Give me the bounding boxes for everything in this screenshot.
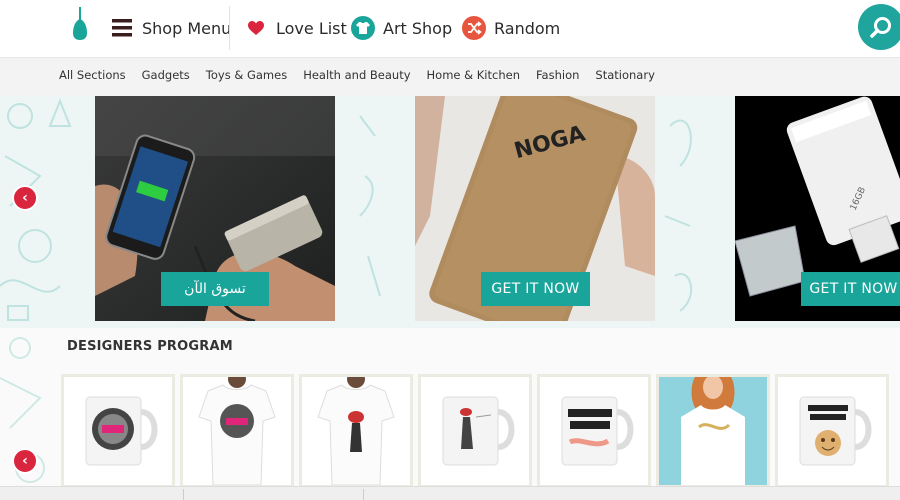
designers-prev-button[interactable]: ‹ — [12, 448, 38, 474]
product-card-mug-2[interactable] — [418, 374, 532, 488]
chevron-left-icon: ‹ — [22, 453, 28, 469]
carousel-slide-1[interactable]: تسوق الآن — [95, 96, 335, 321]
hamburger-menu-icon — [110, 16, 134, 40]
logo-icon[interactable] — [70, 7, 90, 41]
category-nav: All Sections Gadgets Toys & Games Health… — [0, 57, 900, 96]
carousel-prev-button[interactable]: ‹ — [12, 185, 38, 211]
nav-love-list[interactable]: Love List — [244, 14, 347, 42]
nav-shop-menu-label: Shop Menu — [142, 18, 232, 38]
product-card-mug-3[interactable] — [537, 374, 651, 488]
category-all-sections[interactable]: All Sections — [59, 68, 126, 82]
mug-image — [421, 377, 529, 485]
tshirt-model-image — [659, 377, 767, 485]
nav-love-list-label: Love List — [276, 18, 347, 38]
product-card-tshirt-2[interactable] — [299, 374, 413, 488]
category-stationary[interactable]: Stationary — [595, 68, 654, 82]
footer-separator — [183, 489, 184, 500]
heart-icon — [244, 16, 268, 40]
mug-image — [64, 377, 172, 485]
search-icon — [870, 17, 891, 38]
carousel-slide-3[interactable]: 16GB GET IT NOW — [735, 96, 900, 321]
nav-art-shop-label: Art Shop — [383, 18, 453, 38]
doodle-pattern-left — [0, 337, 45, 483]
mug-image — [540, 377, 648, 485]
category-toys-games[interactable]: Toys & Games — [206, 68, 287, 82]
nav-random[interactable]: Random — [462, 14, 560, 42]
tshirt-image — [302, 377, 410, 485]
section-title: DESIGNERS PROGRAM — [67, 339, 233, 354]
designers-program-section: DESIGNERS PROGRAM ‹ — [0, 328, 900, 500]
nav-art-shop[interactable]: Art Shop — [351, 14, 452, 42]
product-card-tshirt-3[interactable] — [656, 374, 770, 488]
product-card-tshirt-1[interactable] — [180, 374, 294, 488]
category-home-kitchen[interactable]: Home & Kitchen — [427, 68, 520, 82]
product-card-mug-4[interactable] — [775, 374, 889, 488]
category-fashion[interactable]: Fashion — [536, 68, 579, 82]
nav-shop-menu[interactable]: Shop Menu — [110, 14, 231, 42]
shuffle-icon — [462, 16, 486, 40]
header-divider — [229, 6, 230, 50]
footer-strip — [0, 486, 900, 500]
site-header: Shop Menu Love List Art Shop Random — [0, 0, 900, 57]
get-it-now-button[interactable]: GET IT NOW — [801, 272, 900, 306]
product-card-mug-1[interactable] — [61, 374, 175, 488]
get-it-now-button[interactable]: GET IT NOW — [481, 272, 590, 306]
footer-separator — [363, 489, 364, 500]
mug-image — [778, 377, 886, 485]
chevron-left-icon: ‹ — [22, 190, 28, 206]
shop-now-button[interactable]: تسوق الآن — [161, 272, 269, 306]
category-gadgets[interactable]: Gadgets — [142, 68, 190, 82]
search-button[interactable] — [858, 4, 900, 50]
nav-random-label: Random — [494, 18, 561, 38]
carousel-slide-2[interactable]: NOGA GET IT NOW — [415, 96, 655, 321]
category-health-beauty[interactable]: Health and Beauty — [303, 68, 410, 82]
tshirt-icon — [351, 16, 375, 40]
tshirt-image — [183, 377, 291, 485]
product-carousel: تسوق الآن NOGA GET IT NOW 16GB GET IT NO… — [0, 96, 900, 328]
